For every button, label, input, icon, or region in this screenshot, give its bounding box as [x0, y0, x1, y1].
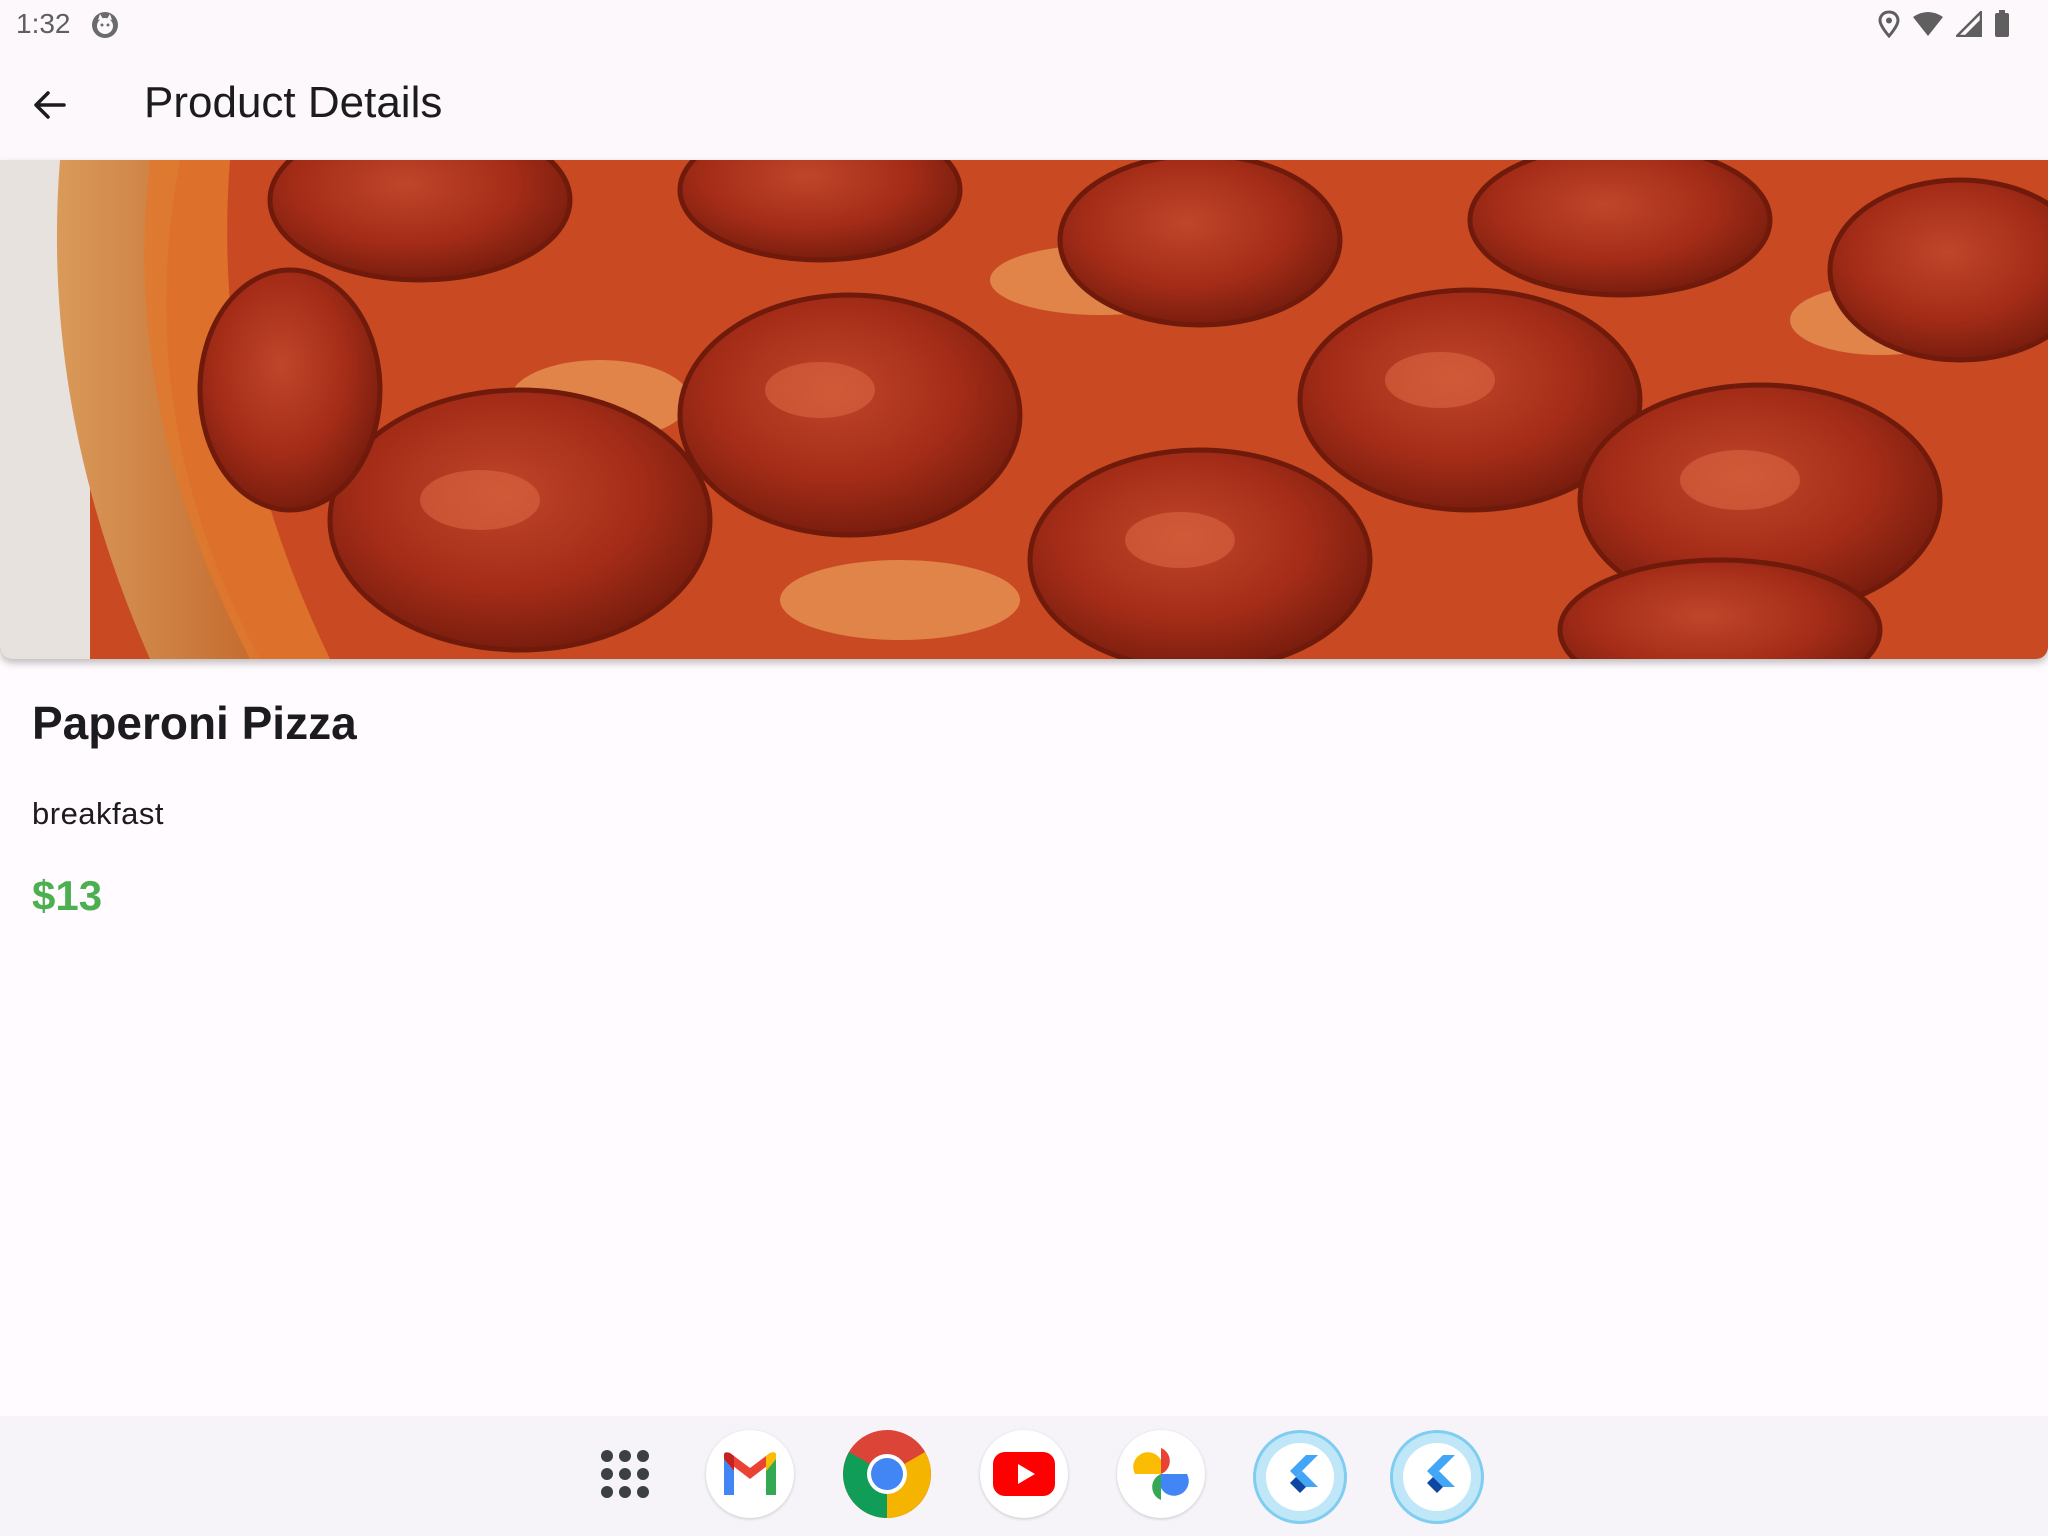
youtube-icon	[993, 1452, 1055, 1496]
chrome-app-button[interactable]	[843, 1430, 931, 1518]
gmail-app-button[interactable]	[706, 1430, 794, 1518]
back-button[interactable]	[22, 77, 78, 133]
status-bar: 1:32	[0, 0, 2048, 50]
flutter-app-button-1[interactable]	[1253, 1430, 1347, 1524]
taskbar-dock	[0, 1416, 2048, 1536]
signal-icon	[1956, 11, 1982, 37]
product-price: $13	[32, 872, 103, 919]
flutter-app-icon	[1403, 1443, 1471, 1511]
arrow-back-icon	[34, 91, 66, 119]
app-drawer-button[interactable]	[581, 1430, 669, 1518]
google-photos-app-button[interactable]	[1117, 1430, 1205, 1518]
location-icon	[1878, 10, 1900, 38]
google-photos-icon	[1133, 1448, 1189, 1500]
app-bar: Product Details	[0, 50, 2048, 160]
cat-notification-icon	[92, 12, 118, 38]
app-drawer-icon	[601, 1450, 649, 1498]
product-category: breakfast	[32, 796, 165, 831]
product-image	[0, 160, 2048, 659]
product-name: Paperoni Pizza	[32, 697, 357, 749]
flutter-app-icon	[1266, 1443, 1334, 1511]
pepperoni-pizza-photo	[0, 160, 2048, 659]
youtube-app-button[interactable]	[980, 1430, 1068, 1518]
status-time: 1:32	[16, 8, 71, 39]
page-title: Product Details	[144, 78, 443, 127]
gmail-icon	[724, 1452, 776, 1495]
chrome-icon	[843, 1430, 931, 1518]
wifi-icon	[1913, 12, 1943, 36]
battery-icon	[1995, 10, 2009, 37]
flutter-app-button-2[interactable]	[1390, 1430, 1484, 1524]
